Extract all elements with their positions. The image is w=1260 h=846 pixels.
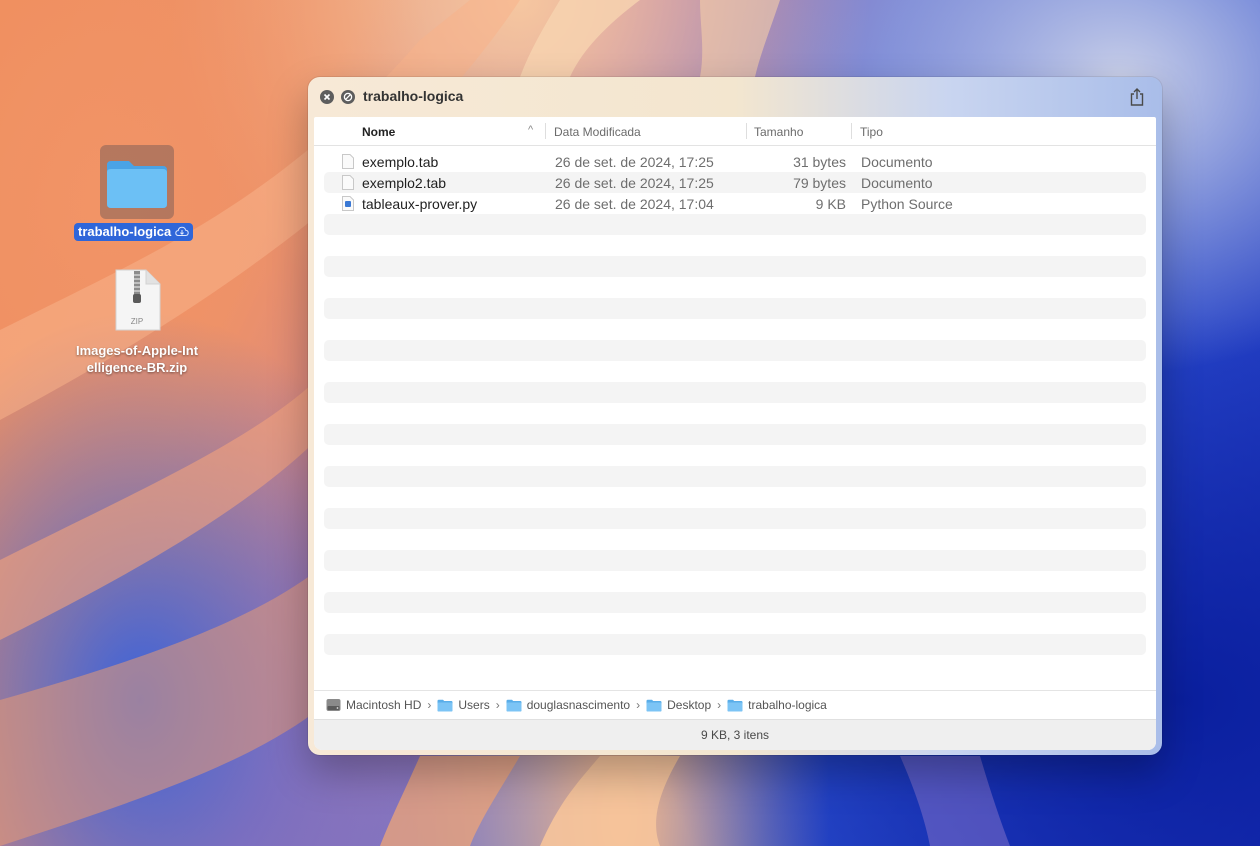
empty-row [324, 445, 1146, 466]
desktop-folder-name: trabalho-logica [78, 224, 172, 239]
file-row[interactable]: exemplo.tab 26 de set. de 2024, 17:25 31… [324, 151, 1146, 172]
empty-row [324, 466, 1146, 487]
icloud-download-icon [175, 226, 189, 236]
column-divider[interactable] [851, 123, 852, 139]
folder-icon [437, 699, 453, 711]
window-title: trabalho-logica [363, 88, 464, 104]
empty-row [324, 256, 1146, 277]
path-item-user-home[interactable]: douglasnascimento [506, 698, 630, 712]
empty-row [324, 214, 1146, 235]
python-file-icon [342, 196, 354, 211]
empty-row [324, 550, 1146, 571]
file-size: 9 KB [815, 196, 846, 212]
path-separator: › [636, 698, 641, 712]
path-label: Desktop [667, 698, 712, 712]
path-bar: Macintosh HD › Users › douglasnascimento… [314, 690, 1156, 719]
column-header: Nome ^ Data Modificada Tamanho Tipo [314, 117, 1156, 146]
desktop: trabalho-logica ZIP Images-of-Apple-Inte… [0, 0, 1260, 846]
column-size[interactable]: Tamanho [754, 125, 803, 139]
file-date: 26 de set. de 2024, 17:04 [555, 196, 714, 212]
document-icon [342, 154, 354, 169]
file-date: 26 de set. de 2024, 17:25 [555, 154, 714, 170]
file-name: tableaux-prover.py [362, 196, 478, 212]
file-type: Python Source [861, 196, 953, 212]
path-label: douglasnascimento [526, 698, 631, 712]
empty-row [324, 655, 1146, 676]
finder-window: trabalho-logica Nome ^ Data Modificada T… [308, 77, 1162, 755]
file-type: Documento [861, 154, 933, 170]
file-row[interactable]: tableaux-prover.py 26 de set. de 2024, 1… [324, 193, 1146, 214]
path-item-desktop[interactable]: Desktop [646, 698, 711, 712]
close-button[interactable] [320, 90, 334, 104]
empty-row-stripes [324, 214, 1146, 676]
share-icon[interactable] [1128, 87, 1146, 107]
path-separator: › [427, 698, 432, 712]
file-list-pane: Nome ^ Data Modificada Tamanho Tipo exem… [314, 117, 1156, 750]
path-label: Users [458, 698, 490, 712]
path-separator: › [495, 698, 500, 712]
empty-row [324, 382, 1146, 403]
column-date[interactable]: Data Modificada [554, 125, 641, 139]
empty-row [324, 361, 1146, 382]
desktop-zip-label[interactable]: Images-of-Apple-Intelligence-BR.zip [60, 342, 214, 376]
zip-icon-text: ZIP [131, 317, 143, 326]
empty-row [324, 592, 1146, 613]
path-separator: › [717, 698, 722, 712]
empty-row [324, 571, 1146, 592]
file-size: 31 bytes [793, 154, 846, 170]
path-item-users[interactable]: Users [437, 698, 490, 712]
document-icon [342, 175, 354, 190]
file-rows: exemplo.tab 26 de set. de 2024, 17:25 31… [324, 151, 1146, 676]
path-label: Macintosh HD [346, 698, 422, 712]
column-divider[interactable] [545, 123, 546, 139]
file-size: 79 bytes [793, 175, 846, 191]
desktop-folder-label[interactable]: trabalho-logica [74, 223, 194, 241]
path-item-trabalho-logica[interactable]: trabalho-logica [727, 698, 827, 712]
file-name: exemplo.tab [362, 154, 439, 170]
file-type: Documento [861, 175, 933, 191]
empty-row [324, 508, 1146, 529]
empty-row [324, 403, 1146, 424]
close-icon [323, 93, 331, 101]
empty-row [324, 613, 1146, 634]
folder-icon [506, 699, 522, 711]
empty-row [324, 277, 1146, 298]
disabled-icon [343, 92, 353, 102]
path-label: trabalho-logica [748, 698, 827, 712]
file-name: exemplo2.tab [362, 175, 447, 191]
minimize-button[interactable] [341, 90, 355, 104]
file-date: 26 de set. de 2024, 17:25 [555, 175, 714, 191]
folder-icon [646, 699, 662, 711]
sort-indicator[interactable]: ^ [528, 124, 533, 136]
file-row[interactable]: exemplo2.tab 26 de set. de 2024, 17:25 7… [324, 172, 1146, 193]
column-type[interactable]: Tipo [860, 125, 883, 139]
desktop-zip-name: Images-of-Apple-Intelligence-BR.zip [75, 343, 199, 375]
empty-row [324, 235, 1146, 256]
empty-row [324, 424, 1146, 445]
status-bar: 9 KB, 3 itens [314, 719, 1156, 750]
column-name[interactable]: Nome [362, 125, 395, 139]
empty-row [324, 298, 1146, 319]
empty-row [324, 529, 1146, 550]
path-item-macintosh-hd[interactable]: Macintosh HD [326, 698, 421, 712]
hard-drive-icon [326, 699, 341, 711]
zip-archive-icon[interactable]: ZIP [112, 268, 162, 332]
empty-row [324, 487, 1146, 508]
column-divider[interactable] [746, 123, 747, 139]
title-bar[interactable]: trabalho-logica [308, 77, 1162, 117]
folder-icon[interactable] [105, 157, 169, 209]
folder-icon [727, 699, 743, 711]
empty-row [324, 319, 1146, 340]
empty-row [324, 340, 1146, 361]
empty-row [324, 634, 1146, 655]
